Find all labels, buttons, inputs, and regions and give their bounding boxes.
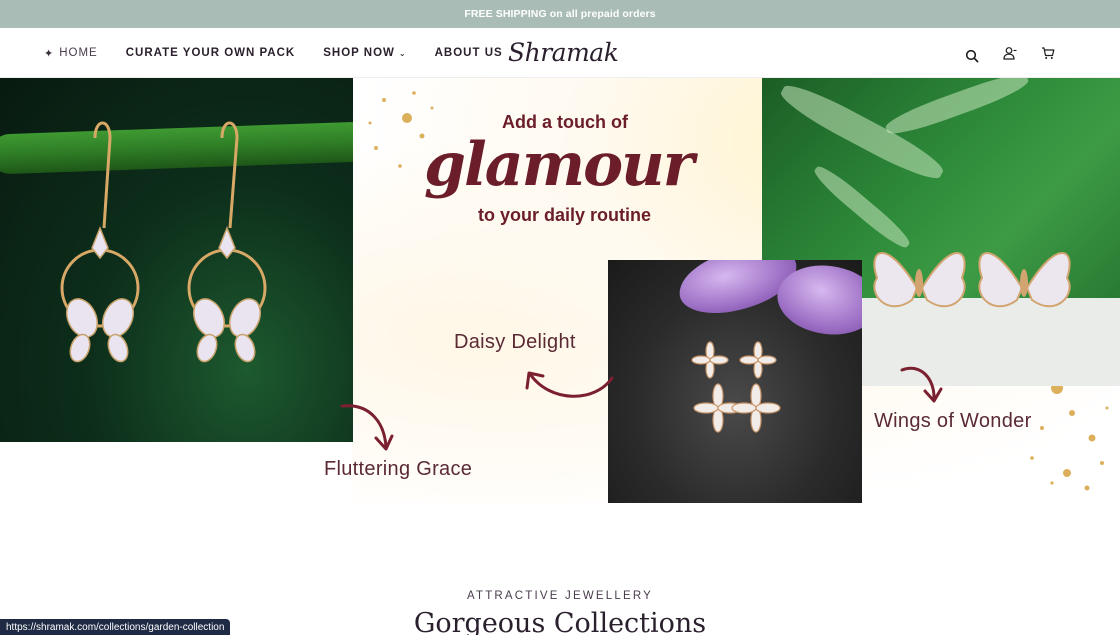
- link-preview-status-bar: https://shramak.com/collections/garden-c…: [0, 619, 231, 635]
- nav-home[interactable]: ✦ HOME: [44, 47, 98, 60]
- nav-home-label: HOME: [59, 47, 98, 59]
- announcement-bar: FREE SHIPPING on all prepaid orders: [0, 0, 1120, 28]
- caption-fluttering-grace: Fluttering Grace: [324, 458, 473, 480]
- nav-about-us[interactable]: ABOUT US: [435, 47, 503, 59]
- nav-curate-label: CURATE YOUR OWN PACK: [125, 47, 296, 59]
- sparkle-icon: ✦: [44, 47, 55, 60]
- nav-about-label: ABOUT US: [434, 47, 503, 59]
- account-icon[interactable]: [1002, 45, 1018, 61]
- chevron-down-icon: ⌄: [398, 48, 407, 58]
- site-header: ✦ HOME CURATE YOUR OWN PACK SHOP NOW ⌄ A…: [0, 28, 1120, 78]
- cart-icon[interactable]: [1040, 45, 1056, 61]
- main-nav: ✦ HOME CURATE YOUR OWN PACK SHOP NOW ⌄ A…: [44, 28, 503, 78]
- announcement-text: FREE SHIPPING on all prepaid orders: [464, 8, 656, 20]
- caption-daisy-delight: Daisy Delight: [454, 331, 576, 353]
- header-actions: [964, 28, 1056, 78]
- caption-wings-of-wonder: Wings of Wonder: [874, 410, 1032, 432]
- search-icon[interactable]: [964, 48, 980, 64]
- nav-shop-now[interactable]: SHOP NOW ⌄: [323, 47, 406, 59]
- arrow-decorations: [340, 366, 943, 451]
- section-eyebrow: ATTRACTIVE JEWELLERY: [466, 590, 654, 602]
- brand-logo[interactable]: Shramak: [508, 38, 619, 67]
- hero-banner[interactable]: Add a touch of glamour to your daily rou…: [0, 78, 1120, 508]
- nav-curate-pack[interactable]: CURATE YOUR OWN PACK: [126, 47, 296, 59]
- nav-shop-label: SHOP NOW: [323, 47, 395, 59]
